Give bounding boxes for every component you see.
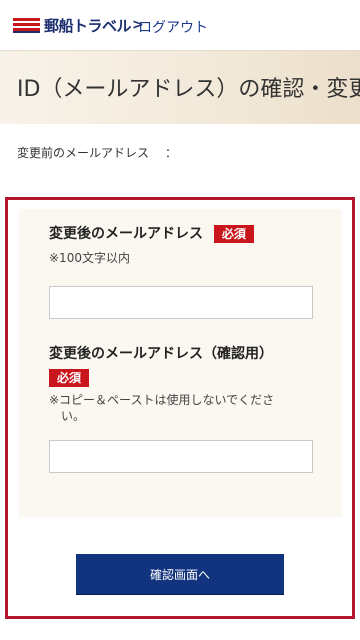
current-email-label: 変更前のメールアドレス	[17, 146, 150, 160]
confirm-email-note-line2: い。	[61, 409, 86, 423]
site-header: 郵船トラベル > ログアウト	[0, 0, 360, 51]
current-email-colon: ：	[165, 146, 178, 160]
logo-text: 郵船トラベル	[44, 16, 132, 35]
confirm-email-note-line1: ※コピー＆ペーストは使用しないでくださ	[49, 393, 275, 407]
page-title: ID（メールアドレス）の確認・変更	[17, 77, 360, 102]
required-badge: 必須	[49, 369, 90, 387]
new-email-label: 変更後のメールアドレス	[49, 226, 203, 242]
new-email-input[interactable]	[49, 286, 313, 319]
new-email-label-row: 変更後のメールアドレス 必須	[49, 223, 254, 243]
current-email-row: 変更前のメールアドレス ：	[17, 144, 177, 161]
email-change-form: 変更後のメールアドレス 必須 ※100文字以内 変更後のメールアドレス（確認用）…	[5, 197, 355, 619]
confirm-email-input[interactable]	[49, 440, 313, 473]
required-badge: 必須	[213, 225, 254, 243]
flag-logo-icon	[13, 18, 40, 33]
confirm-email-required-row: 必須	[49, 367, 90, 387]
form-panel: 変更後のメールアドレス 必須 ※100文字以内 変更後のメールアドレス（確認用）…	[19, 209, 342, 517]
yusen-travel-logo[interactable]: 郵船トラベル >	[12, 14, 144, 36]
title-band: ID（メールアドレス）の確認・変更	[0, 51, 360, 124]
new-email-note: ※100文字以内	[49, 251, 130, 265]
confirm-screen-button[interactable]: 確認画面へ	[76, 554, 284, 594]
confirm-email-label: 変更後のメールアドレス（確認用）	[49, 346, 273, 362]
logout-link[interactable]: ログアウト	[138, 17, 208, 37]
